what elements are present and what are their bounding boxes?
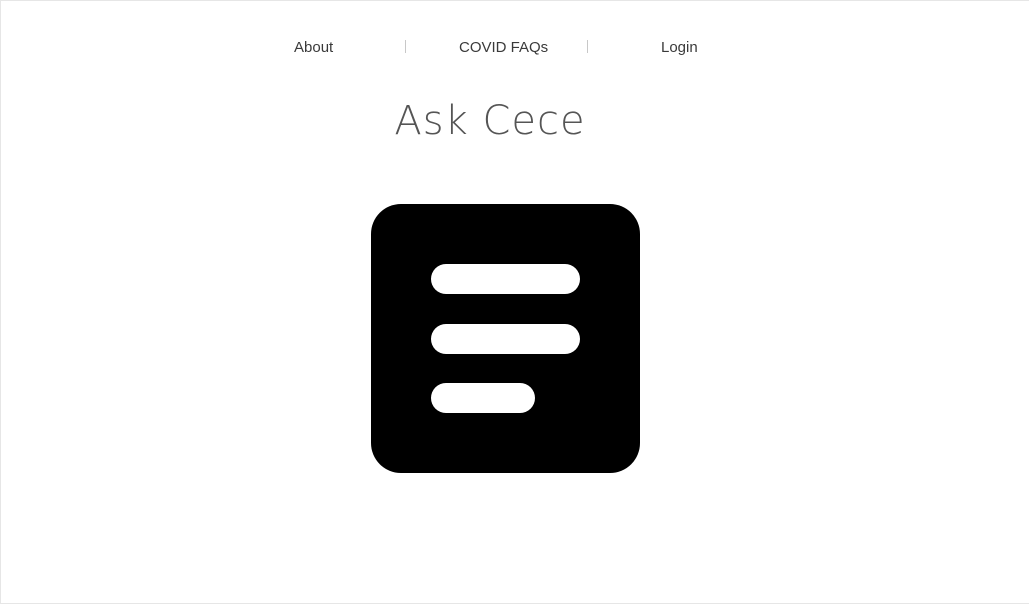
line-bar — [431, 264, 580, 294]
nav-link-about[interactable]: About — [294, 39, 333, 56]
line-bar — [431, 383, 535, 413]
nav-separator — [587, 40, 588, 53]
line-bar — [431, 324, 580, 354]
page-title: Ask Cece — [394, 98, 586, 144]
nav-separator — [405, 40, 406, 53]
nav-link-covid-faqs[interactable]: COVID FAQs — [459, 39, 548, 56]
nav-link-login[interactable]: Login — [661, 39, 698, 56]
top-navigation: About COVID FAQs Login — [0, 36, 1030, 62]
document-lines-icon[interactable] — [371, 204, 640, 473]
